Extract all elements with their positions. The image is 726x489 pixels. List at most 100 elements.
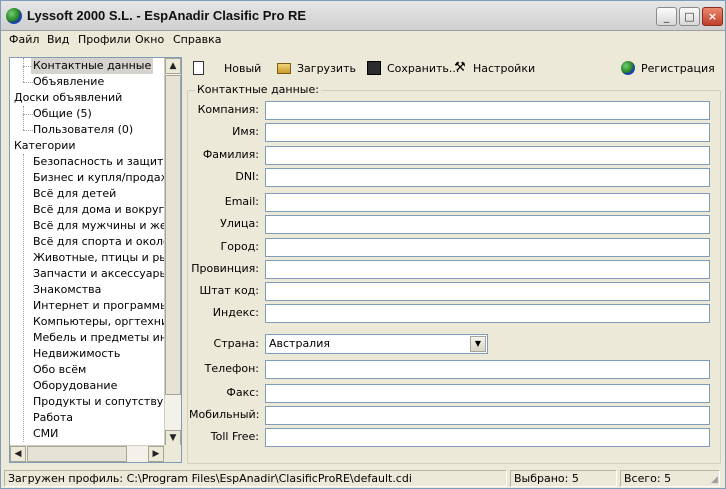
group-title: Контактные данные: — [195, 83, 321, 96]
last-name-input[interactable] — [265, 146, 710, 165]
dni-input[interactable] — [265, 168, 710, 187]
postal-code-input[interactable] — [265, 304, 710, 323]
new-document-icon — [193, 61, 204, 75]
country-select[interactable]: Австралия ▼ — [265, 334, 488, 354]
first-name-input[interactable] — [265, 123, 710, 142]
field-label: Фамилия: — [202, 148, 259, 161]
resize-grip-icon[interactable]: ◢ — [711, 474, 723, 486]
tree-item-general[interactable]: Общие (5) — [33, 106, 92, 122]
tree-item-category[interactable]: Безопасность и защита — [33, 154, 164, 170]
scroll-left-icon[interactable]: ◀ — [10, 446, 26, 462]
new-button-label: Новый — [224, 62, 262, 75]
globe-icon — [621, 61, 635, 75]
city-input[interactable] — [265, 238, 710, 257]
save-button-label: Сохранить... — [387, 62, 460, 75]
scroll-thumb[interactable] — [27, 446, 127, 462]
field-label: Индекс: — [212, 306, 259, 319]
tree-item-category[interactable]: Оборудование — [33, 378, 117, 394]
scroll-thumb[interactable] — [165, 75, 181, 395]
minimize-button[interactable]: _ — [656, 7, 677, 26]
title-bar[interactable]: Lyssoft 2000 S.L. - EspAnadir Clasific P… — [1, 1, 725, 31]
scroll-down-icon[interactable]: ▼ — [165, 430, 181, 446]
toll-free-input[interactable] — [265, 428, 710, 447]
tree-connector — [23, 58, 24, 82]
menu-bar: Файл Вид Профили Окно Справка — [1, 31, 725, 49]
tree-item-category[interactable]: Знакомства — [33, 282, 101, 298]
close-button[interactable]: × — [702, 7, 723, 26]
tree-item-boards[interactable]: Доски объявлений — [14, 90, 122, 106]
fax-input[interactable] — [265, 384, 710, 403]
field-label: Мобильный: — [189, 408, 260, 421]
tree-connector — [23, 130, 33, 131]
email-input[interactable] — [265, 193, 710, 212]
phone-input[interactable] — [265, 360, 710, 379]
load-button-label: Загрузить — [297, 62, 356, 75]
status-bar: Загружен профиль: C:\Program Files\EspAn… — [1, 468, 725, 488]
field-label: Город: — [220, 240, 259, 253]
tree-item-categories[interactable]: Категории — [14, 138, 76, 154]
menu-view[interactable]: Вид — [47, 33, 69, 46]
tree-item-category[interactable]: Всё для спорта и около не — [33, 234, 164, 250]
field-label: Штат код: — [199, 284, 259, 297]
tree-item-category[interactable]: Работа — [33, 410, 73, 426]
new-button[interactable]: Новый — [193, 61, 261, 77]
tree-item-category[interactable]: Продукты и сопутствующ — [33, 394, 164, 410]
maximize-button[interactable]: □ — [679, 7, 700, 26]
tree-item-category[interactable]: Обо всём — [33, 362, 86, 378]
floppy-disk-icon — [367, 61, 381, 75]
tree-item-category[interactable]: Бизнес и купля/продажа — [33, 170, 164, 186]
tree-item-category[interactable]: Недвижимость — [33, 346, 120, 362]
chevron-down-icon[interactable]: ▼ — [470, 336, 486, 352]
scrollbar-corner — [164, 445, 181, 462]
tree-connector — [23, 82, 33, 83]
field-label: Email: — [224, 195, 259, 208]
menu-help[interactable]: Справка — [173, 33, 221, 46]
tree-item-contact-data[interactable]: Контактные данные — [31, 58, 154, 74]
company-input[interactable] — [265, 101, 710, 120]
folder-open-icon — [277, 62, 291, 74]
tree-vertical-scrollbar[interactable]: ▲ ▼ — [164, 58, 181, 446]
field-label: Компания: — [197, 103, 259, 116]
tree-item-category[interactable]: Животные, птицы и рыбы — [33, 250, 164, 266]
navigation-tree[interactable]: Контактные данные Объявление Доски объяв… — [9, 57, 182, 463]
tree-content: Контактные данные Объявление Доски объяв… — [10, 58, 164, 446]
state-code-input[interactable] — [265, 282, 710, 301]
settings-button[interactable]: ⚒ Настройки — [453, 61, 535, 77]
tree-item-category[interactable]: Запчасти и аксессуары д. — [33, 266, 164, 282]
toolbar: Новый Загрузить Сохранить... ⚒ Настройки … — [187, 57, 721, 81]
settings-button-label: Настройки — [473, 62, 536, 75]
tree-item-ad[interactable]: Объявление — [33, 74, 104, 90]
register-button[interactable]: Регистрация — [621, 61, 715, 77]
tree-connector — [23, 114, 33, 115]
street-input[interactable] — [265, 215, 710, 234]
window-title: Lyssoft 2000 S.L. - EspAnadir Clasific P… — [27, 8, 307, 23]
tree-connector — [23, 154, 24, 442]
tree-item-category[interactable]: Всё для дома и вокруг не — [33, 202, 164, 218]
menu-window[interactable]: Окно — [135, 33, 164, 46]
field-label: DNI: — [235, 170, 259, 183]
province-input[interactable] — [265, 260, 710, 279]
tree-horizontal-scrollbar[interactable]: ◀ ▶ — [10, 445, 164, 462]
scroll-up-icon[interactable]: ▲ — [165, 58, 181, 74]
load-button[interactable]: Загрузить — [277, 61, 356, 77]
field-label: Телефон: — [204, 362, 259, 375]
country-value: Австралия — [269, 337, 330, 350]
tree-item-category[interactable]: Всё для мужчины и женщ — [33, 218, 164, 234]
status-selected: Выбрано: 5 — [510, 470, 617, 487]
tree-item-category[interactable]: Компьютеры, оргтехника — [33, 314, 164, 330]
save-button[interactable]: Сохранить... — [367, 61, 459, 77]
menu-file[interactable]: Файл — [9, 33, 39, 46]
tree-item-category[interactable]: Мебель и предметы интер — [33, 330, 164, 346]
menu-profiles[interactable]: Профили — [78, 33, 131, 46]
field-label: Имя: — [232, 125, 259, 138]
tree-item-category[interactable]: Интернет и программы — [33, 298, 164, 314]
tools-icon: ⚒ — [454, 60, 466, 75]
tree-item-category[interactable]: СМИ — [33, 426, 58, 442]
tree-item-category[interactable]: Всё для детей — [33, 186, 116, 202]
globe-icon — [6, 8, 22, 24]
scroll-right-icon[interactable]: ▶ — [148, 446, 164, 462]
country-label: Страна: — [213, 337, 259, 350]
tree-item-user[interactable]: Пользователя (0) — [33, 122, 133, 138]
status-profile: Загружен профиль: C:\Program Files\EspAn… — [4, 470, 507, 487]
mobile-input[interactable] — [265, 406, 710, 425]
